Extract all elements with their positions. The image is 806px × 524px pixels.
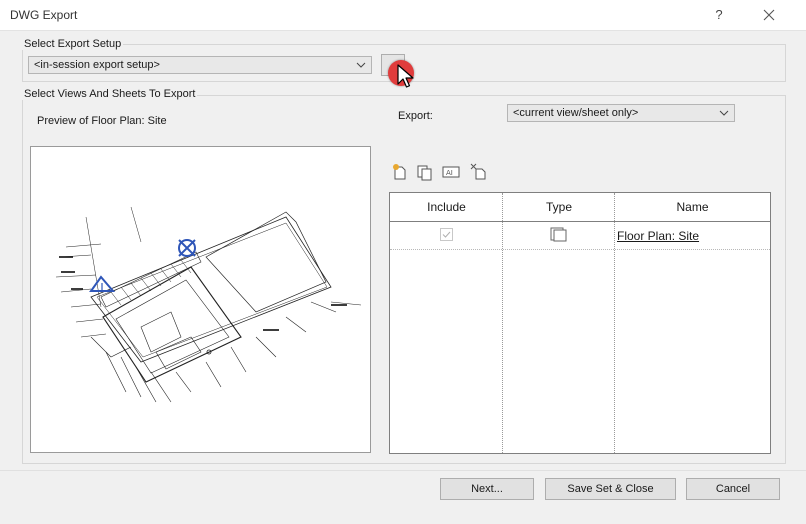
include-checkbox[interactable]	[440, 228, 453, 241]
svg-text:AI: AI	[446, 169, 453, 177]
export-setup-value: <in-session export setup>	[34, 59, 160, 71]
row-divider	[390, 249, 770, 250]
save-set-close-button[interactable]: Save Set & Close	[545, 478, 676, 500]
duplicate-set-icon[interactable]	[416, 163, 434, 181]
check-icon	[442, 231, 451, 238]
floor-plan-preview	[30, 146, 371, 453]
site-plan-drawing	[55, 206, 362, 403]
sheet-icon	[550, 226, 568, 245]
export-setup-dropdown[interactable]: <in-session export setup>	[28, 56, 372, 74]
row-name-link[interactable]: Floor Plan: Site	[617, 229, 699, 243]
delete-set-icon[interactable]	[470, 163, 488, 181]
column-header-name[interactable]: Name	[615, 193, 770, 222]
cancel-button[interactable]: Cancel	[686, 478, 780, 500]
export-scope-value: <current view/sheet only>	[513, 107, 639, 119]
chevron-down-icon	[356, 58, 366, 72]
help-button[interactable]: ?	[708, 4, 730, 26]
export-scope-dropdown[interactable]: <current view/sheet only>	[507, 104, 735, 122]
export-setup-group-label: Select Export Setup	[22, 38, 124, 50]
chevron-down-icon	[719, 106, 729, 120]
column-header-type[interactable]: Type	[503, 193, 615, 222]
column-header-include[interactable]: Include	[390, 193, 503, 222]
close-icon[interactable]	[756, 4, 782, 26]
rename-set-icon[interactable]: AI	[442, 163, 460, 181]
window-title: DWG Export	[10, 8, 78, 22]
title-bar: DWG Export ?	[0, 0, 806, 31]
column-divider	[614, 193, 615, 453]
column-divider	[502, 193, 503, 453]
new-set-icon[interactable]	[391, 163, 409, 181]
mouse-cursor-icon	[397, 64, 415, 93]
next-button[interactable]: Next...	[440, 478, 534, 500]
export-label: Export:	[398, 110, 433, 122]
views-table: Include Type Name Floor Plan: Site	[389, 192, 771, 454]
views-sheets-group-label: Select Views And Sheets To Export	[22, 88, 198, 100]
preview-label: Preview of Floor Plan: Site	[37, 115, 167, 127]
